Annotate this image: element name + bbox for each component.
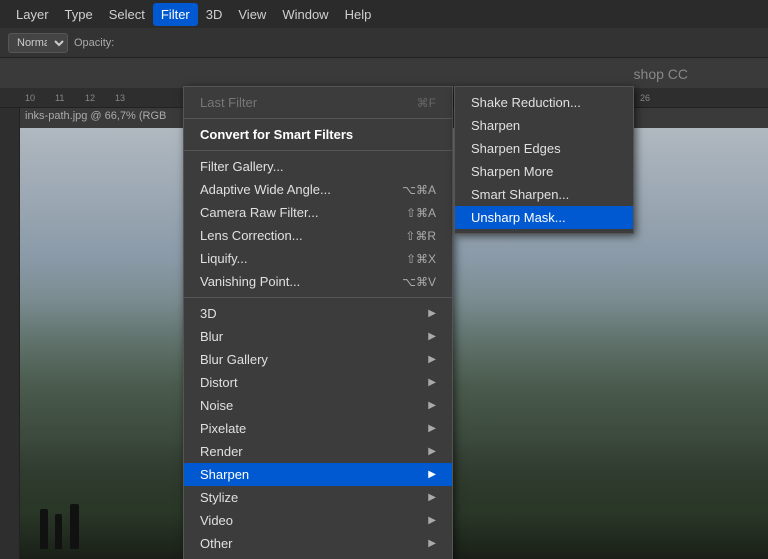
menu-item-noise[interactable]: Noise ▶	[184, 394, 452, 417]
menubar-item-window[interactable]: Window	[274, 3, 336, 26]
blend-mode-select[interactable]: Normal	[8, 33, 68, 53]
menu-item-3d[interactable]: 3D ▶	[184, 302, 452, 325]
silhouette-1	[40, 509, 48, 549]
ruler-vertical	[0, 108, 20, 559]
menubar-item-layer[interactable]: Layer	[8, 3, 57, 26]
menu-separator-3	[184, 297, 452, 298]
menubar-item-type[interactable]: Type	[57, 3, 101, 26]
ruler-tick-11: 11	[55, 93, 64, 103]
menu-separator-2	[184, 150, 452, 151]
ruler-tick-13: 13	[115, 93, 125, 103]
ruler-ticks: 10 11 12 13 20 21 22 23 24 25 26	[0, 88, 20, 107]
submenu-item-sharpen[interactable]: Sharpen	[455, 114, 633, 137]
menu-item-adaptive-wide[interactable]: Adaptive Wide Angle... ⌥⌘A	[184, 178, 452, 201]
toolbar: Normal Opacity:	[0, 28, 768, 58]
menu-item-liquify[interactable]: Liquify... ⇧⌘X	[184, 247, 452, 270]
menu-item-filter-gallery[interactable]: Filter Gallery...	[184, 155, 452, 178]
submenu-item-sharpen-edges[interactable]: Sharpen Edges	[455, 137, 633, 160]
submenu-item-unsharp-mask[interactable]: Unsharp Mask...	[455, 206, 633, 229]
ruler-tick-12: 12	[85, 93, 95, 103]
canvas-area: shop CC 10 11 12 13 20 21 22 23 24 25 26…	[0, 58, 768, 559]
menubar-item-view[interactable]: View	[230, 3, 274, 26]
menubar-item-select[interactable]: Select	[101, 3, 153, 26]
menubar-item-filter[interactable]: Filter	[153, 3, 198, 26]
opacity-label: Opacity:	[74, 37, 114, 49]
silhouette-2	[55, 514, 62, 549]
menu-item-camera-raw[interactable]: Camera Raw Filter... ⇧⌘A	[184, 201, 452, 224]
menu-item-stylize[interactable]: Stylize ▶	[184, 486, 452, 509]
menu-item-other[interactable]: Other ▶	[184, 532, 452, 555]
menu-item-pixelate[interactable]: Pixelate ▶	[184, 417, 452, 440]
menu-item-distort[interactable]: Distort ▶	[184, 371, 452, 394]
menu-item-lens-correction[interactable]: Lens Correction... ⇧⌘R	[184, 224, 452, 247]
menu-item-blur[interactable]: Blur ▶	[184, 325, 452, 348]
document-label: inks-path.jpg @ 66,7% (RGB	[25, 110, 166, 122]
menu-separator-1	[184, 118, 452, 119]
menu-item-sharpen[interactable]: Sharpen ▶	[184, 463, 452, 486]
menu-item-last-filter[interactable]: Last Filter ⌘F	[184, 91, 452, 114]
menu-item-blur-gallery[interactable]: Blur Gallery ▶	[184, 348, 452, 371]
filter-menu: Last Filter ⌘F Convert for Smart Filters…	[183, 86, 453, 559]
menu-item-convert-smart[interactable]: Convert for Smart Filters	[184, 123, 452, 146]
submenu-item-shake-reduction[interactable]: Shake Reduction...	[455, 91, 633, 114]
submenu-item-sharpen-more[interactable]: Sharpen More	[455, 160, 633, 183]
silhouette-3	[70, 504, 79, 549]
menubar-item-3d[interactable]: 3D	[198, 3, 231, 26]
ruler-tick-10: 10	[25, 93, 35, 103]
sharpen-submenu: Shake Reduction... Sharpen Sharpen Edges…	[454, 86, 634, 234]
menu-item-video[interactable]: Video ▶	[184, 509, 452, 532]
menubar-item-help[interactable]: Help	[337, 3, 380, 26]
menubar: Layer Type Select Filter 3D View Window …	[0, 0, 768, 28]
menu-item-vanishing-point[interactable]: Vanishing Point... ⌥⌘V	[184, 270, 452, 293]
ps-title: shop CC	[634, 66, 688, 82]
menu-item-render[interactable]: Render ▶	[184, 440, 452, 463]
ruler-tick-26: 26	[640, 93, 650, 103]
submenu-item-smart-sharpen[interactable]: Smart Sharpen...	[455, 183, 633, 206]
